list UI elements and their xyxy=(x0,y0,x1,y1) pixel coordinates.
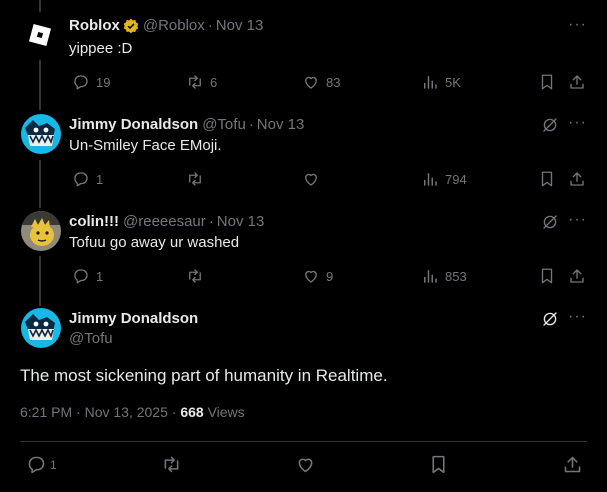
avatar[interactable] xyxy=(22,17,58,53)
divider xyxy=(20,441,587,442)
reply-count: 19 xyxy=(96,74,111,90)
tweet-text: Tofuu go away ur washed xyxy=(69,234,240,251)
tweet-text: yippee :D xyxy=(69,40,133,57)
analytics-icon xyxy=(424,270,437,283)
share-icon xyxy=(570,172,584,186)
reply-button[interactable]: 1 xyxy=(72,170,103,188)
tweet-meta: 6:21 PM · Nov 13, 2025 · 668 Views xyxy=(20,404,245,420)
share-button[interactable] xyxy=(568,267,586,285)
repost-icon xyxy=(164,456,179,473)
views-count: 853 xyxy=(445,268,467,284)
bookmark-icon xyxy=(541,268,553,284)
tweet-timestamp[interactable]: 6:21 PM · Nov 13, 2025 xyxy=(20,404,168,420)
analytics-icon xyxy=(424,76,437,89)
main-tweet-text: The most sickening part of humanity in R… xyxy=(20,366,388,385)
tweet-header: Roblox @Roblox · Nov 13 xyxy=(69,17,263,34)
heart-icon xyxy=(305,76,317,89)
author-name[interactable]: Jimmy Donaldson xyxy=(69,116,198,133)
like-count: 9 xyxy=(326,268,334,284)
author-name[interactable]: Jimmy Donaldson xyxy=(69,310,198,327)
reply-button[interactable]: 19 xyxy=(72,73,110,91)
author-name[interactable]: Roblox xyxy=(69,17,120,34)
like-button[interactable]: 9 xyxy=(302,267,333,285)
repost-button[interactable] xyxy=(186,267,204,285)
avatar[interactable] xyxy=(21,114,61,154)
reply-count: 1 xyxy=(96,268,104,284)
views-button[interactable]: 853 xyxy=(421,267,467,285)
like-count: 83 xyxy=(326,74,341,90)
thread-line xyxy=(39,256,41,306)
share-icon xyxy=(570,269,584,283)
gold-verified-icon xyxy=(123,18,139,33)
repost-icon xyxy=(189,269,201,283)
like-button[interactable] xyxy=(295,454,316,475)
repost-icon xyxy=(189,172,201,186)
views-count: 794 xyxy=(445,171,467,187)
more-icon[interactable]: ··· xyxy=(568,114,587,132)
avatar[interactable] xyxy=(21,308,61,348)
tweet-time[interactable]: Nov 13 xyxy=(216,17,264,34)
share-icon xyxy=(570,75,584,89)
bookmark-button[interactable] xyxy=(538,73,556,91)
heart-icon xyxy=(305,173,317,186)
grok-icon[interactable] xyxy=(541,116,559,134)
more-icon[interactable]: ··· xyxy=(568,16,587,34)
reply-icon xyxy=(74,172,88,187)
separator: · xyxy=(207,17,213,34)
reply-button[interactable]: 1 xyxy=(72,267,103,285)
share-button[interactable] xyxy=(568,73,586,91)
share-button[interactable] xyxy=(568,170,586,188)
views-button[interactable]: 5K xyxy=(421,73,461,91)
bookmark-icon xyxy=(432,455,445,474)
author-handle[interactable]: @Tofu xyxy=(202,116,246,133)
repost-count: 6 xyxy=(210,74,218,90)
reply-icon xyxy=(74,269,88,284)
bookmark-button[interactable] xyxy=(538,267,556,285)
author-handle[interactable]: @Tofu xyxy=(69,330,113,347)
thread-line xyxy=(39,0,41,12)
tweet-time[interactable]: Nov 13 xyxy=(257,116,305,133)
like-button[interactable] xyxy=(302,170,320,188)
bookmark-button[interactable] xyxy=(538,170,556,188)
thread-line xyxy=(39,160,41,208)
heart-icon xyxy=(298,458,313,473)
share-icon xyxy=(564,456,581,473)
bookmark-icon xyxy=(541,171,553,187)
thread-line xyxy=(39,60,41,110)
grok-icon[interactable] xyxy=(541,213,559,231)
author-handle[interactable]: @reeeesaur xyxy=(123,213,206,230)
views-label: Views xyxy=(207,404,245,420)
like-button[interactable]: 83 xyxy=(302,73,340,91)
repost-button[interactable] xyxy=(161,454,182,475)
tweet-time[interactable]: Nov 13 xyxy=(217,213,265,230)
more-icon[interactable]: ··· xyxy=(568,211,587,229)
tweet-text: Un-Smiley Face EMoji. xyxy=(69,137,222,154)
bookmark-icon xyxy=(541,74,553,90)
avatar[interactable] xyxy=(21,211,61,251)
reply-count: 1 xyxy=(96,171,104,187)
views-count: 668 xyxy=(180,404,204,420)
heart-icon xyxy=(305,270,317,283)
grok-icon[interactable] xyxy=(541,310,559,328)
views-count: 5K xyxy=(445,74,461,90)
reply-count: 1 xyxy=(50,457,57,472)
tweet-header: colin!!! @reeeesaur · Nov 13 xyxy=(69,213,264,230)
separator: · xyxy=(171,404,177,420)
separator: · xyxy=(248,116,254,133)
repost-icon xyxy=(189,75,201,89)
more-icon[interactable]: ··· xyxy=(568,308,587,326)
tweet-header: Jimmy Donaldson @Tofu · Nov 13 xyxy=(69,116,304,133)
reply-icon xyxy=(74,75,88,90)
bookmark-button[interactable] xyxy=(428,454,449,475)
reply-button[interactable]: 1 xyxy=(26,454,57,475)
reply-icon xyxy=(28,456,45,474)
author-handle[interactable]: @Roblox xyxy=(143,17,205,34)
views-button[interactable]: 794 xyxy=(421,170,467,188)
author-name[interactable]: colin!!! xyxy=(69,213,119,230)
analytics-icon xyxy=(424,173,437,186)
repost-button[interactable]: 6 xyxy=(186,73,217,91)
share-button[interactable] xyxy=(562,454,583,475)
repost-button[interactable] xyxy=(186,170,204,188)
separator: · xyxy=(208,213,214,230)
